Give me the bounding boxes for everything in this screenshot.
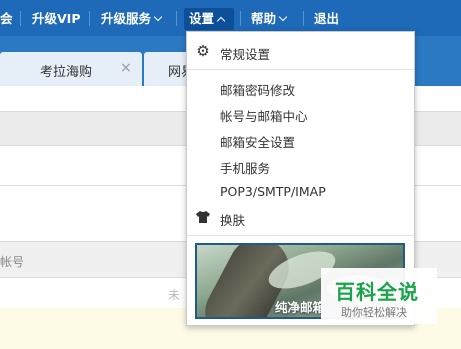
unread-label: 未 xyxy=(168,288,181,302)
menu-item-label: POP3/SMTP/IMAP xyxy=(220,184,326,199)
nav-separator xyxy=(303,11,304,26)
nav-separator xyxy=(89,11,90,26)
close-icon[interactable]: × xyxy=(120,60,132,76)
watermark-main-text: 百科全说 xyxy=(335,280,419,304)
menu-item-pop3-smtp-imap[interactable]: POP3/SMTP/IMAP xyxy=(187,179,414,205)
nav-separator xyxy=(176,11,177,26)
nav-item-hui[interactable]: 会 xyxy=(0,11,13,27)
menu-item-mobile-service[interactable]: 手机服务 xyxy=(187,153,414,179)
menu-item-label: 邮箱密码修改 xyxy=(220,83,296,98)
menu-item-label: 常规设置 xyxy=(220,47,271,62)
nav-logout[interactable]: 退出 xyxy=(314,11,339,27)
menu-item-change-skin[interactable]: 换肤 xyxy=(187,205,414,231)
nav-upgrade-service[interactable]: 升级服务 xyxy=(101,11,163,27)
nav-upgrade-vip[interactable]: 升级VIP xyxy=(32,11,81,27)
tab-kaola-label: 考拉海购 xyxy=(40,65,93,80)
menu-item-label: 帐号与邮箱中心 xyxy=(220,109,308,124)
nav-help[interactable]: 帮助 xyxy=(251,11,288,27)
nav-settings[interactable]: 设置 xyxy=(189,11,226,27)
chevron-up-icon xyxy=(216,16,226,26)
gear-icon: ⚙ xyxy=(196,42,210,60)
account-label: 帐号 xyxy=(0,255,25,269)
watermark-logo: 百科全说 助你轻松解决 xyxy=(321,268,437,324)
nav-separator xyxy=(20,11,21,26)
menu-item-general-settings[interactable]: ⚙ 常规设置 xyxy=(187,39,414,65)
menu-divider xyxy=(187,69,414,70)
menu-item-label: 邮箱安全设置 xyxy=(220,135,296,150)
tshirt-icon xyxy=(195,209,211,225)
watermark-sub-text: 助你轻松解决 xyxy=(341,306,407,319)
nav-settings-label: 设置 xyxy=(189,11,215,26)
menu-item-password-change[interactable]: 邮箱密码修改 xyxy=(187,75,414,101)
menu-item-label: 换肤 xyxy=(220,213,246,228)
tab-kaola[interactable]: 考拉海购 × xyxy=(0,52,142,86)
nav-upgrade-service-label: 升级服务 xyxy=(101,11,152,26)
nav-help-label: 帮助 xyxy=(251,11,277,26)
menu-item-account-center[interactable]: 帐号与邮箱中心 xyxy=(187,101,414,127)
chevron-down-icon xyxy=(153,12,163,22)
menu-item-security-settings[interactable]: 邮箱安全设置 xyxy=(187,127,414,153)
skin-banner-text: 纯净邮箱 xyxy=(275,300,326,315)
nav-separator xyxy=(240,11,241,26)
menu-item-label: 手机服务 xyxy=(220,161,271,176)
chevron-down-icon xyxy=(278,12,288,22)
menu-divider xyxy=(187,235,414,236)
